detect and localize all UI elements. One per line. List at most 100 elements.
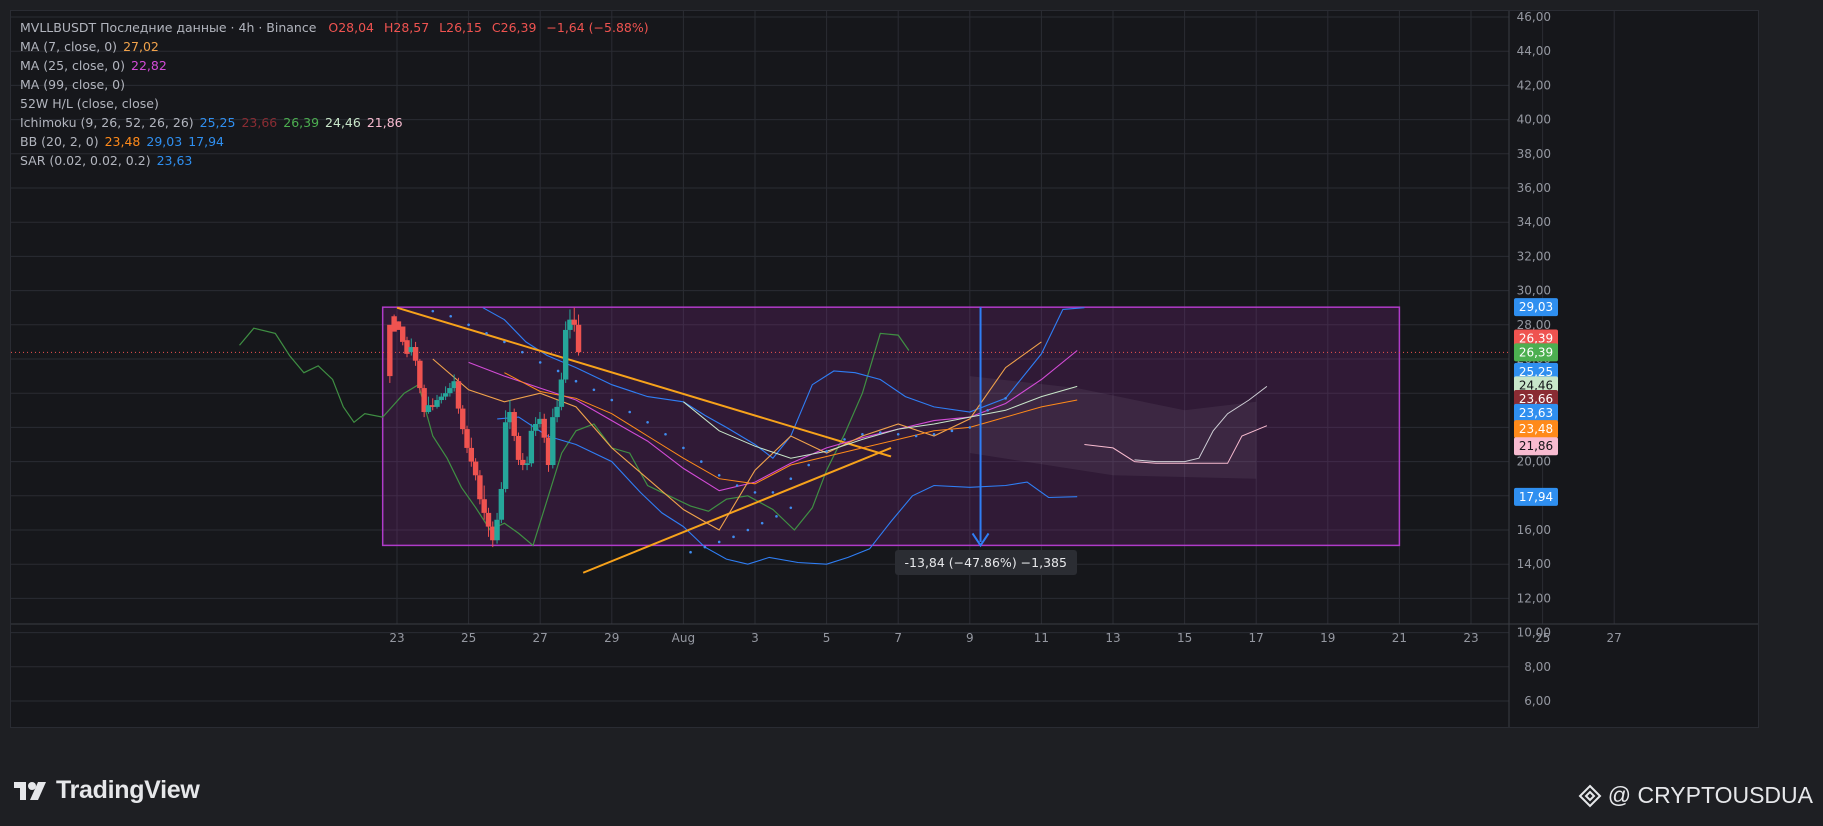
- indicator-value: 23,66: [241, 115, 278, 130]
- candle-body: [511, 412, 517, 436]
- price-tag-label: 29,03: [1519, 300, 1553, 314]
- indicator-value: 21,86: [366, 115, 403, 130]
- sar-dot: [914, 434, 918, 438]
- sar-dot: [682, 446, 685, 450]
- y-tick-label: 36,00: [1517, 181, 1551, 195]
- sar-dot: [950, 429, 954, 433]
- y-tick-label: 34,00: [1517, 215, 1551, 229]
- sar-dot: [485, 332, 488, 335]
- candle-body: [460, 408, 466, 430]
- sar-dot: [879, 431, 882, 434]
- ohlc-close: C26,39: [491, 20, 537, 35]
- candle-body: [550, 417, 556, 466]
- sar-dot: [968, 426, 972, 429]
- indicator-row[interactable]: MA (99, close, 0): [20, 75, 649, 94]
- indicator-value: 29,03: [146, 134, 183, 149]
- sar-dot: [467, 323, 470, 327]
- sar-dot: [628, 410, 631, 414]
- symbol-title[interactable]: MVLLBUSDT Последние данные · 4h · Binanc…: [20, 20, 316, 35]
- candle-body: [562, 329, 569, 380]
- sar-dot: [753, 491, 757, 494]
- indicator-value: 23,48: [104, 134, 141, 149]
- sar-dot: [574, 379, 578, 383]
- watermark: @ CRYPTOUSDUA: [1578, 782, 1813, 809]
- indicator-row[interactable]: BB (20, 2, 0) 23,48 29,03 17,94: [20, 132, 649, 151]
- sar-dot: [538, 361, 542, 364]
- x-tick-label: 29: [604, 631, 619, 645]
- indicator-value: 27,02: [123, 39, 159, 54]
- candle-body: [494, 519, 500, 541]
- y-tick-label: 16,00: [1517, 523, 1551, 537]
- sar-dot: [825, 450, 828, 453]
- y-tick-label: 46,00: [1517, 11, 1551, 24]
- candle-body: [532, 423, 539, 431]
- indicator-row[interactable]: MA (25, close, 0) 22,82: [20, 56, 649, 75]
- price-tag-label: 23,63: [1519, 406, 1553, 420]
- indicator-row[interactable]: SAR (0.02, 0.02, 0.2) 23,63: [20, 151, 649, 170]
- x-tick-label: 15: [1177, 631, 1192, 645]
- sar-dot: [1004, 397, 1007, 400]
- diamond-icon: [1578, 784, 1602, 807]
- sar-dot: [760, 521, 764, 525]
- indicator-label: MA (25, close, 0): [20, 58, 126, 73]
- y-tick-label: 30,00: [1517, 284, 1551, 298]
- candle-body: [541, 418, 547, 438]
- indicator-label: SAR (0.02, 0.02, 0.2): [20, 153, 151, 168]
- candle-body: [468, 447, 475, 462]
- candle-body: [554, 406, 560, 418]
- sar-dot: [746, 528, 750, 532]
- indicator-value: 17,94: [188, 134, 224, 149]
- ohlc-change: −1,64 (−5.88%): [546, 20, 649, 35]
- sar-dot: [700, 460, 703, 463]
- watermark-text: @ CRYPTOUSDUA: [1607, 782, 1813, 808]
- sar-dot: [717, 540, 721, 544]
- sar-dot: [771, 491, 775, 494]
- sar-dot: [592, 388, 596, 392]
- x-tick-label: 13: [1105, 631, 1120, 645]
- sar-dot: [861, 432, 864, 436]
- sar-dot: [521, 350, 524, 354]
- brand-name: TradingView: [56, 776, 200, 804]
- sar-dot: [503, 340, 506, 344]
- price-tag-label: 21,86: [1519, 439, 1553, 453]
- measure-label: -13,84 (−47.86%) −1,385: [894, 549, 1077, 575]
- sar-dot: [703, 545, 707, 549]
- y-tick-label: 32,00: [1517, 249, 1551, 263]
- candle-body: [528, 430, 535, 464]
- sar-dot: [610, 398, 614, 402]
- x-tick-label: Aug: [672, 631, 695, 645]
- x-tick-label: 27: [1607, 631, 1622, 645]
- y-tick-label: 40,00: [1517, 113, 1551, 127]
- sar-dot: [843, 438, 846, 441]
- price-tag-label: 26,39: [1519, 345, 1553, 359]
- indicator-row[interactable]: Ichimoku (9, 26, 52, 26, 26) 25,25 23,66 26…: [20, 113, 649, 132]
- sar-dot: [789, 506, 793, 510]
- indicator-row[interactable]: MA (7, close, 0) 27,02: [20, 37, 649, 56]
- sar-dot: [556, 369, 560, 373]
- ohlc-high: H28,57: [384, 20, 430, 35]
- candle-body: [477, 475, 483, 500]
- y-tick-label: 14,00: [1517, 557, 1551, 571]
- tradingview-logo[interactable]: TradingView: [12, 776, 200, 805]
- chart-legend: MVLLBUSDT Последние данные · 4h · Binanc…: [20, 18, 649, 170]
- x-tick-label: 23: [1463, 631, 1478, 645]
- indicator-label: MA (99, close, 0): [20, 77, 126, 92]
- candle-body: [447, 388, 453, 394]
- sar-dot: [732, 535, 735, 539]
- sar-dot: [775, 515, 778, 518]
- y-tick-label: 12,00: [1517, 591, 1551, 605]
- price-tag-label: 23,48: [1519, 422, 1553, 436]
- indicator-list: MA (7, close, 0) 27,02 MA (25, close, 0) 22…: [20, 37, 649, 170]
- indicator-value: 22,82: [131, 58, 167, 73]
- candle-body: [485, 512, 492, 527]
- candle-body: [438, 396, 445, 401]
- sar-dot: [646, 420, 649, 424]
- price-tag-label: 17,94: [1519, 490, 1553, 504]
- y-tick-label: 20,00: [1517, 455, 1551, 469]
- legend-title-row: MVLLBUSDT Последние данные · 4h · Binanc…: [20, 18, 649, 37]
- indicator-label: 52W H/L (close, close): [20, 96, 159, 111]
- tradingview-logo-icon: [14, 781, 46, 800]
- indicator-row[interactable]: 52W H/L (close, close): [20, 94, 649, 113]
- x-tick-label: 25: [461, 631, 476, 645]
- sar-dot: [664, 432, 667, 436]
